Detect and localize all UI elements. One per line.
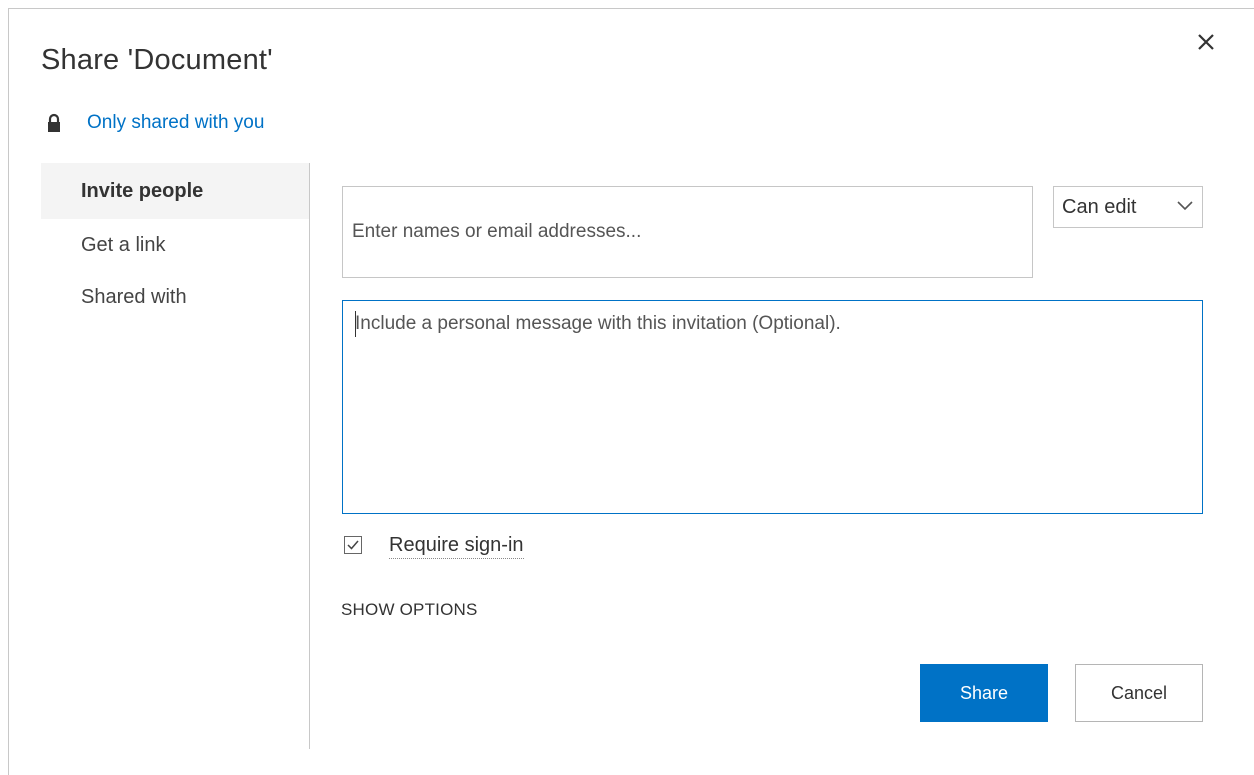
require-signin-checkbox[interactable] (344, 536, 362, 554)
chevron-down-icon (1177, 201, 1193, 211)
close-button[interactable] (1190, 26, 1222, 58)
text-caret (355, 311, 356, 337)
cancel-button[interactable]: Cancel (1075, 664, 1203, 722)
dialog-title: Share 'Document' (41, 44, 273, 76)
share-button[interactable]: Share (920, 664, 1048, 722)
checkmark-icon (347, 540, 359, 550)
close-icon (1198, 34, 1214, 50)
message-input[interactable] (342, 300, 1203, 514)
sharing-status-link[interactable]: Only shared with you (87, 112, 264, 134)
names-input[interactable] (342, 186, 1033, 278)
show-options-link[interactable]: SHOW OPTIONS (341, 600, 478, 620)
nav-divider (309, 163, 310, 749)
permission-selected: Can edit (1062, 195, 1137, 218)
require-signin-label[interactable]: Require sign-in (389, 534, 524, 559)
share-nav: Invite people Get a link Shared with (41, 163, 310, 323)
permission-dropdown[interactable]: Can edit (1053, 186, 1203, 228)
nav-item-invite-people[interactable]: Invite people (41, 163, 310, 219)
nav-item-get-a-link[interactable]: Get a link (41, 219, 310, 271)
nav-item-shared-with[interactable]: Shared with (41, 271, 310, 323)
lock-icon (48, 113, 60, 132)
